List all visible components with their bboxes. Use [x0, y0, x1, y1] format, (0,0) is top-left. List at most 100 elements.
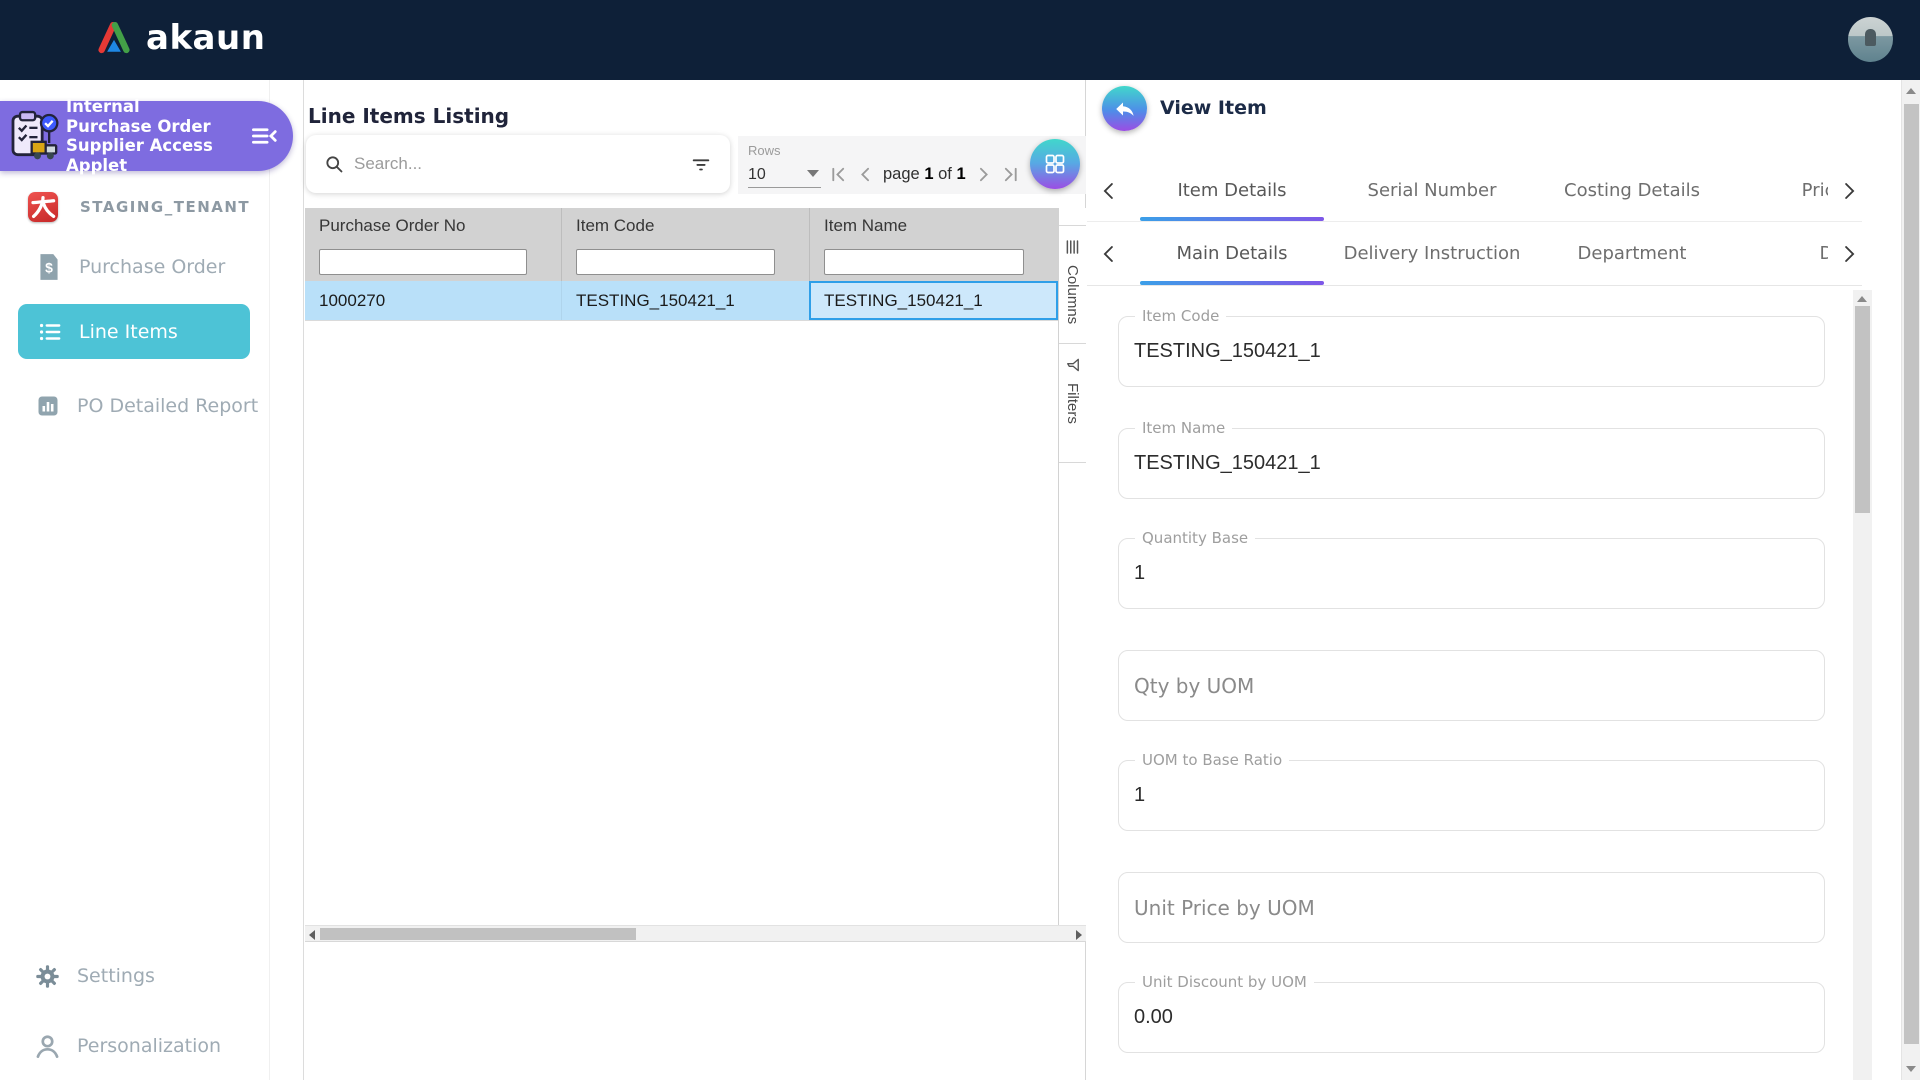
next-page-button[interactable]	[971, 162, 996, 187]
document-dollar-icon: $	[36, 252, 62, 282]
of-word: of	[938, 165, 952, 183]
tenant-icon	[28, 192, 58, 222]
applet-clipboard-truck-icon	[6, 108, 62, 164]
field-value[interactable]: TESTING_150421_1	[1134, 429, 1321, 498]
current-page-number: 1	[924, 165, 933, 183]
column-header[interactable]: Item Code	[561, 208, 809, 243]
cell-purchase-order-no[interactable]: 1000270	[305, 281, 561, 320]
subtabs-scroll-left-icon[interactable]	[1095, 240, 1123, 268]
subtab-department[interactable]: Department	[1532, 222, 1732, 285]
field-value[interactable]: 1	[1134, 761, 1145, 830]
detail-tabs-row: Item Details Serial Number Costing Detai…	[1087, 160, 1862, 222]
detail-subtabs-row: Main Details Delivery Instruction Depart…	[1087, 222, 1862, 286]
scroll-up-arrow-icon[interactable]	[1906, 88, 1916, 94]
subtabs-scroll-right-icon[interactable]	[1835, 240, 1863, 268]
column-header[interactable]: Purchase Order No	[305, 208, 561, 243]
back-arrow-icon	[1113, 97, 1137, 121]
total-pages-number: 1	[956, 165, 965, 183]
tab-item-details[interactable]: Item Details	[1132, 160, 1332, 221]
list-icon	[37, 319, 63, 345]
bar-chart-icon	[36, 394, 60, 418]
page-scrollbar[interactable]	[1901, 80, 1920, 1080]
search-input[interactable]	[354, 154, 680, 174]
grid-view-button[interactable]	[1030, 139, 1080, 189]
subtab-main-details[interactable]: Main Details	[1132, 222, 1332, 285]
sidebar-item-purchase-order[interactable]: $ Purchase Order	[36, 247, 225, 287]
filter-input-item-code[interactable]	[576, 249, 775, 275]
sidebar-item-label: PO Detailed Report	[77, 395, 258, 417]
sidebar-item-label: Settings	[77, 965, 155, 987]
sidebar-item-po-detailed-report[interactable]: PO Detailed Report	[36, 386, 258, 426]
view-item-panel: View Item Item Details Serial Number Cos…	[1087, 80, 1920, 1080]
applet-name: Internal Purchase Order Supplier Access …	[66, 97, 226, 175]
column-header[interactable]: Item Name	[809, 208, 1058, 243]
svg-text:$: $	[45, 259, 53, 275]
field-placeholder[interactable]: Unit Price by UOM	[1134, 873, 1315, 942]
sidebar-item-personalization[interactable]: Personalization	[34, 1026, 221, 1066]
collapse-menu-icon[interactable]	[249, 121, 279, 151]
scroll-down-arrow-icon[interactable]	[1906, 1066, 1916, 1072]
detail-scrollbar-thumb[interactable]	[1855, 306, 1870, 513]
caret-down-icon	[807, 170, 819, 177]
columns-side-tab[interactable]: Columns	[1059, 225, 1086, 344]
akaun-triangle-icon	[92, 16, 136, 60]
akaun-logo[interactable]: akaun	[92, 16, 265, 60]
filter-list-icon[interactable]	[690, 153, 712, 175]
sidebar-item-staging-tenant[interactable]: STAGING_TENANT	[28, 190, 250, 224]
page-word: page	[883, 165, 920, 183]
tab-serial-number[interactable]: Serial Number	[1332, 160, 1532, 221]
subtab-clipped[interactable]: De	[1732, 222, 1828, 285]
filter-input-item-name[interactable]	[824, 249, 1024, 275]
rows-per-page-select[interactable]: 10	[748, 160, 821, 188]
filter-input-purchase-order-no[interactable]	[319, 249, 527, 275]
filters-label: Filters	[1064, 383, 1081, 424]
field-item-name: Item Name TESTING_150421_1	[1118, 428, 1825, 499]
rows-label: Rows	[748, 143, 781, 158]
filters-side-tab[interactable]: Filters	[1059, 344, 1086, 463]
sidebar-item-line-items[interactable]: Line Items	[18, 304, 250, 359]
field-label: Quantity Base	[1135, 529, 1255, 547]
sidebar-item-settings[interactable]: Settings	[34, 956, 155, 996]
horizontal-scrollbar-thumb[interactable]	[320, 928, 636, 940]
first-page-button[interactable]	[826, 162, 851, 187]
tab-costing-details[interactable]: Costing Details	[1532, 160, 1732, 221]
sidebar-item-label: Line Items	[79, 321, 178, 343]
rows-value: 10	[748, 166, 766, 184]
field-item-code: Item Code TESTING_150421_1	[1118, 316, 1825, 387]
detail-title: View Item	[1160, 97, 1267, 119]
scroll-left-arrow-icon[interactable]	[309, 930, 315, 940]
page-scrollbar-thumb[interactable]	[1904, 104, 1919, 1044]
scroll-right-arrow-icon[interactable]	[1076, 930, 1082, 940]
field-quantity-base: Quantity Base 1	[1118, 538, 1825, 609]
horizontal-scrollbar[interactable]	[305, 925, 1086, 942]
field-value[interactable]: 1	[1134, 539, 1145, 608]
gear-icon	[34, 963, 61, 990]
back-button[interactable]	[1102, 86, 1147, 131]
field-unit-price-by-uom: Unit Price by UOM	[1118, 872, 1825, 943]
page-indicator: page 1 of 1	[883, 165, 966, 184]
cell-item-name-selected[interactable]: TESTING_150421_1	[809, 281, 1058, 320]
grid-icon	[1043, 152, 1067, 176]
cell-item-code[interactable]: TESTING_150421_1	[561, 281, 809, 320]
table-row[interactable]: 1000270 TESTING_150421_1 TESTING_150421_…	[305, 281, 1058, 321]
table-header-row: Purchase Order No Item Code Item Name	[305, 208, 1058, 243]
last-page-button[interactable]	[998, 162, 1023, 187]
prev-page-button[interactable]	[853, 162, 878, 187]
tabs-strip: Item Details Serial Number Costing Detai…	[1132, 160, 1828, 221]
table-side-tabs: Columns Filters	[1058, 208, 1086, 926]
field-value[interactable]: TESTING_150421_1	[1134, 317, 1321, 386]
user-avatar[interactable]	[1848, 17, 1893, 62]
subtab-delivery-instruction[interactable]: Delivery Instruction	[1332, 222, 1532, 285]
scroll-up-arrow-icon[interactable]	[1857, 296, 1867, 302]
person-icon	[34, 1033, 61, 1060]
logo-text: akaun	[146, 18, 265, 58]
tabs-scroll-right-icon[interactable]	[1835, 177, 1863, 205]
subtabs-strip: Main Details Delivery Instruction Depart…	[1132, 222, 1828, 285]
detail-scrollbar[interactable]	[1853, 290, 1872, 1080]
applet-badge[interactable]: Internal Purchase Order Supplier Access …	[0, 101, 293, 171]
field-value[interactable]: 0.00	[1134, 983, 1173, 1052]
tabs-scroll-left-icon[interactable]	[1095, 177, 1123, 205]
field-placeholder[interactable]: Qty by UOM	[1134, 651, 1254, 720]
tab-pricing[interactable]: Pricing	[1732, 160, 1828, 221]
top-header-bar: akaun	[0, 0, 1920, 80]
